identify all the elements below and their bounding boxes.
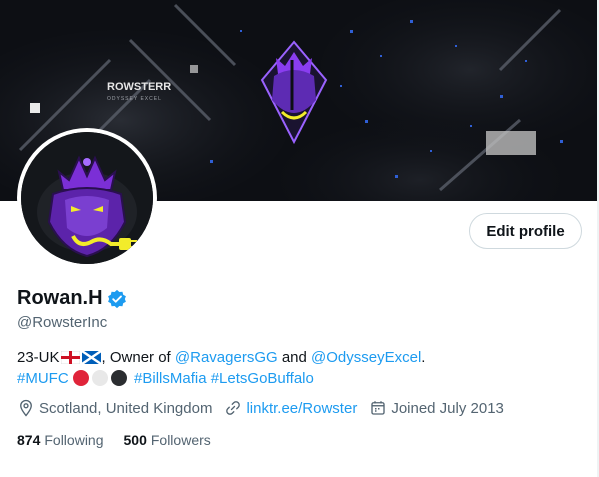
profile-handle: @RowsterInc <box>17 314 108 331</box>
followers-label: Followers <box>150 432 211 448</box>
hashtag-billsmafia-link[interactable]: #BillsMafia <box>134 370 207 387</box>
black-circle-icon <box>110 370 127 386</box>
bio-owner-text: , Owner of <box>101 349 175 366</box>
following-count: 874 <box>17 432 41 448</box>
bio-prefix: 23-UK <box>17 349 60 366</box>
profile-stats: 874 Following 500 Followers <box>17 432 231 448</box>
link-icon <box>226 401 241 415</box>
hashtag-letsgobuffalo-link[interactable]: #LetsGoBuffalo <box>211 370 314 387</box>
banner-subwordmark: ODYSSEY EXCEL <box>107 96 162 102</box>
mention-odysseyexcel-link[interactable]: @OdysseyExcel <box>311 349 421 366</box>
display-name: Rowan.H <box>17 287 103 309</box>
profile-name-row: Rowan.H <box>17 287 127 310</box>
white-circle-icon <box>91 370 108 386</box>
verified-badge-icon[interactable] <box>107 289 127 309</box>
joined-text: Joined July 2013 <box>391 399 504 417</box>
red-circle-icon <box>72 370 89 386</box>
bio-line-1: 23-UK , Owner of @RavagersGG and @Odyssey… <box>17 347 577 368</box>
edit-profile-button[interactable]: Edit profile <box>469 213 582 249</box>
bio-line-2: #MUFC #BillsMafia #LetsGoBuffalo <box>17 368 577 389</box>
scotland-flag-icon <box>81 351 101 364</box>
joined-item: Joined July 2013 <box>369 399 504 417</box>
location-text: Scotland, United Kingdom <box>39 399 213 417</box>
location-item: Scotland, United Kingdom <box>17 399 212 417</box>
calendar-icon <box>371 401 385 415</box>
hashtag-mufc-link[interactable]: #MUFC <box>17 370 69 387</box>
followers-link[interactable]: 500 Followers <box>124 432 211 448</box>
following-label: Following <box>44 432 104 448</box>
avatar[interactable] <box>17 128 157 268</box>
followers-count: 500 <box>123 432 147 448</box>
location-pin-icon <box>20 399 32 417</box>
mention-ravagersgg-link[interactable]: @RavagersGG <box>175 349 278 366</box>
banner-wordmark: ROWSTERR <box>107 81 171 93</box>
following-link[interactable]: 874 Following <box>17 432 104 448</box>
profile-meta: Scotland, United Kingdom linktr.ee/Rowst… <box>17 399 516 417</box>
avatar-image <box>21 132 153 264</box>
profile-bio: 23-UK , Owner of @RavagersGG and @Odyssey… <box>17 347 577 389</box>
england-flag-icon <box>60 351 80 364</box>
website-item[interactable]: linktr.ee/Rowster <box>224 399 357 417</box>
website-link[interactable]: linktr.ee/Rowster <box>246 400 357 417</box>
lion-logo-icon <box>21 132 153 264</box>
bio-and-text: and <box>277 349 312 366</box>
bio-period: . <box>421 349 426 366</box>
